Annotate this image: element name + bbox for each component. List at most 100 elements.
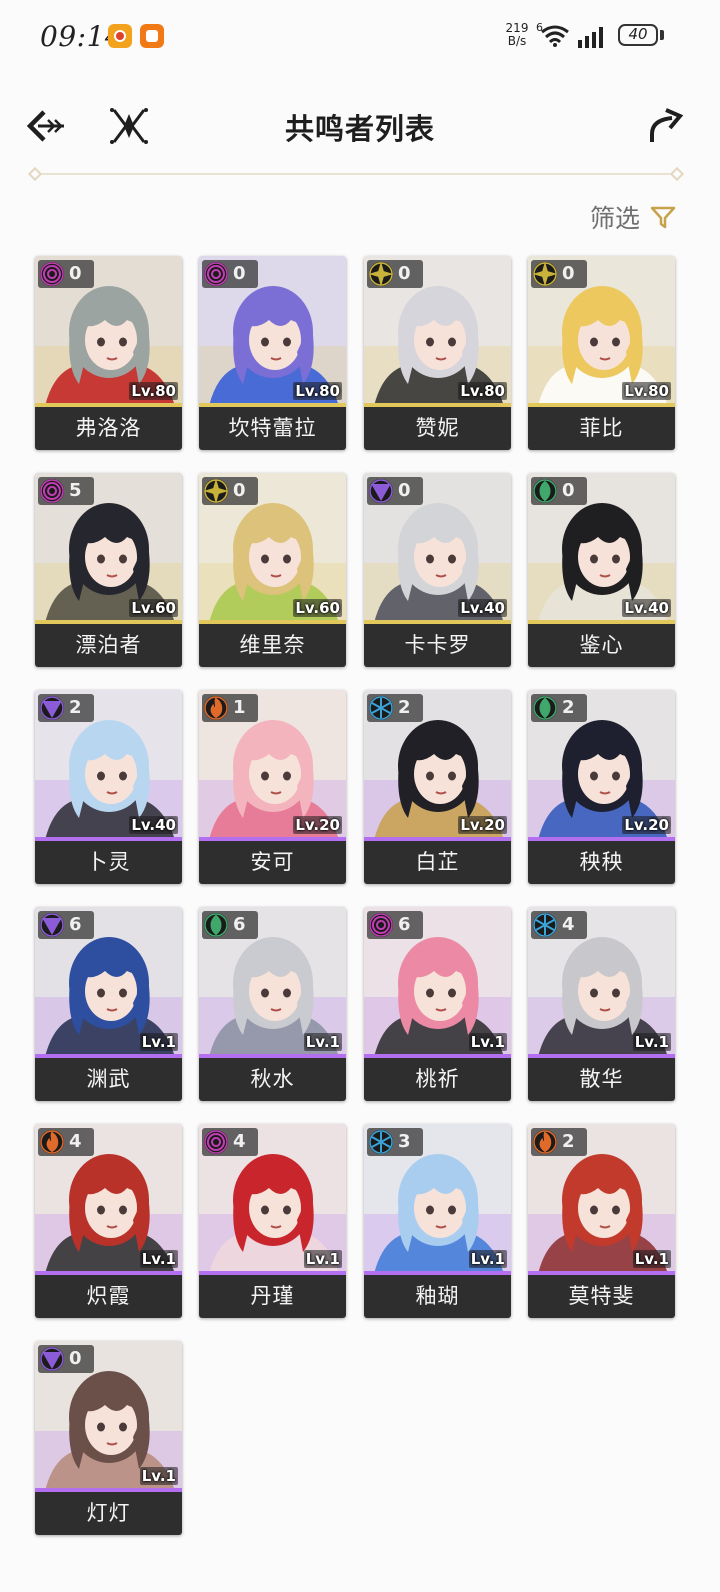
resonator-name: 秧秧 (528, 841, 675, 884)
resonator-level: Lv.40 (622, 599, 671, 617)
element-badge: 2 (531, 694, 587, 722)
resonator-level: Lv.1 (303, 1250, 342, 1268)
sequence-count: 5 (69, 480, 82, 501)
element-badge: 0 (531, 260, 587, 288)
resonator-card[interactable]: 6 Lv.1 渊武 (35, 907, 182, 1101)
sequence-count: 0 (233, 480, 246, 501)
resonator-card[interactable]: 0 Lv.40 卡卡罗 (364, 473, 511, 667)
network-speed: 219 B/s (502, 22, 532, 48)
element-badge: 4 (38, 1128, 94, 1156)
resonator-name: 白芷 (364, 841, 511, 884)
element-badge: 0 (202, 260, 258, 288)
resonator-name: 渊武 (35, 1058, 182, 1101)
electro-element-icon (40, 696, 64, 720)
resonator-name: 菲比 (528, 407, 675, 450)
aero-element-icon (533, 696, 557, 720)
resonator-name: 卜灵 (35, 841, 182, 884)
resonator-level: Lv.20 (622, 816, 671, 834)
resonator-level: Lv.1 (468, 1033, 507, 1051)
signal-icon (578, 27, 603, 48)
aero-element-icon (533, 479, 557, 503)
spectro-element-icon (532, 261, 558, 287)
element-badge: 6 (202, 911, 258, 939)
resonator-card[interactable]: 2 Lv.20 白芷 (364, 690, 511, 884)
sequence-count: 0 (562, 480, 575, 501)
resonator-name: 安可 (199, 841, 346, 884)
resonator-card[interactable]: 4 Lv.1 丹瑾 (199, 1124, 346, 1318)
element-badge: 4 (202, 1128, 258, 1156)
app-header: 共鸣者列表 (0, 88, 720, 168)
resonator-level: Lv.1 (632, 1250, 671, 1268)
resonator-name: 灯灯 (35, 1492, 182, 1535)
element-badge: 1 (202, 694, 258, 722)
resonator-card[interactable]: 4 Lv.1 散华 (528, 907, 675, 1101)
element-badge: 2 (531, 1128, 587, 1156)
filter-label: 筛选 (589, 204, 640, 233)
header-divider (34, 173, 678, 175)
element-badge: 0 (202, 477, 258, 505)
filter-button[interactable]: 筛选 (590, 200, 676, 234)
resonator-name: 坎特蕾拉 (199, 407, 346, 450)
sequence-count: 6 (69, 914, 82, 935)
element-badge: 4 (531, 911, 587, 939)
element-badge: 0 (38, 260, 94, 288)
resonator-card[interactable]: 6 Lv.1 秋水 (199, 907, 346, 1101)
fusion-element-icon (40, 1130, 64, 1154)
sequence-count: 4 (69, 1131, 82, 1152)
resonator-name: 弗洛洛 (35, 407, 182, 450)
glacio-element-icon (533, 913, 557, 937)
battery-indicator: 40 (618, 24, 658, 46)
resonator-name: 桃祈 (364, 1058, 511, 1101)
havoc-element-icon (40, 262, 64, 286)
sequence-count: 2 (562, 697, 575, 718)
element-badge: 0 (367, 260, 423, 288)
sequence-count: 6 (233, 914, 246, 935)
resonator-card[interactable]: 2 Lv.1 莫特斐 (528, 1124, 675, 1318)
resonator-name: 莫特斐 (528, 1275, 675, 1318)
resonator-level: Lv.1 (139, 1250, 178, 1268)
resonator-card[interactable]: 6 Lv.1 桃祈 (364, 907, 511, 1101)
resonator-card[interactable]: 0 Lv.80 赞妮 (364, 256, 511, 450)
spectro-element-icon (368, 261, 394, 287)
status-bar: 09:14 219 B/s 6 40 (0, 0, 720, 72)
resonator-card[interactable]: 2 Lv.20 秧秧 (528, 690, 675, 884)
share-icon[interactable] (646, 106, 686, 146)
element-badge: 0 (367, 477, 423, 505)
resonator-name: 漂泊者 (35, 624, 182, 667)
element-badge: 3 (367, 1128, 423, 1156)
resonator-card[interactable]: 0 Lv.80 坎特蕾拉 (199, 256, 346, 450)
sequence-count: 0 (69, 1348, 82, 1369)
element-badge: 5 (38, 477, 94, 505)
resonator-card[interactable]: 0 Lv.60 维里奈 (199, 473, 346, 667)
resonator-level: Lv.80 (129, 382, 178, 400)
resonator-name: 丹瑾 (199, 1275, 346, 1318)
resonator-card[interactable]: 2 Lv.40 卜灵 (35, 690, 182, 884)
resonator-level: Lv.80 (458, 382, 507, 400)
wifi-icon: 6 (536, 21, 569, 47)
glacio-element-icon (369, 696, 393, 720)
resonator-card[interactable]: 0 Lv.80 弗洛洛 (35, 256, 182, 450)
battery-cap (660, 30, 664, 40)
glacio-element-icon (369, 1130, 393, 1154)
resonator-level: Lv.20 (458, 816, 507, 834)
resonator-card[interactable]: 3 Lv.1 釉瑚 (364, 1124, 511, 1318)
element-badge: 6 (367, 911, 423, 939)
resonator-level: Lv.1 (468, 1250, 507, 1268)
sequence-count: 6 (398, 914, 411, 935)
resonator-card[interactable]: 0 Lv.40 鉴心 (528, 473, 675, 667)
resonator-card[interactable]: 5 Lv.60 漂泊者 (35, 473, 182, 667)
resonator-card[interactable]: 4 Lv.1 炽霞 (35, 1124, 182, 1318)
resonator-level: Lv.60 (129, 599, 178, 617)
resonator-card[interactable]: 1 Lv.20 安可 (199, 690, 346, 884)
element-badge: 0 (531, 477, 587, 505)
resonator-card[interactable]: 0 Lv.80 菲比 (528, 256, 675, 450)
resonator-level: Lv.60 (293, 599, 342, 617)
electro-element-icon (40, 1347, 64, 1371)
resonator-name: 散华 (528, 1058, 675, 1101)
resonator-level: Lv.20 (293, 816, 342, 834)
sequence-count: 0 (398, 480, 411, 501)
resonator-name: 维里奈 (199, 624, 346, 667)
resonator-name: 炽霞 (35, 1275, 182, 1318)
resonator-card[interactable]: 0 Lv.1 灯灯 (35, 1341, 182, 1535)
resonator-name: 秋水 (199, 1058, 346, 1101)
